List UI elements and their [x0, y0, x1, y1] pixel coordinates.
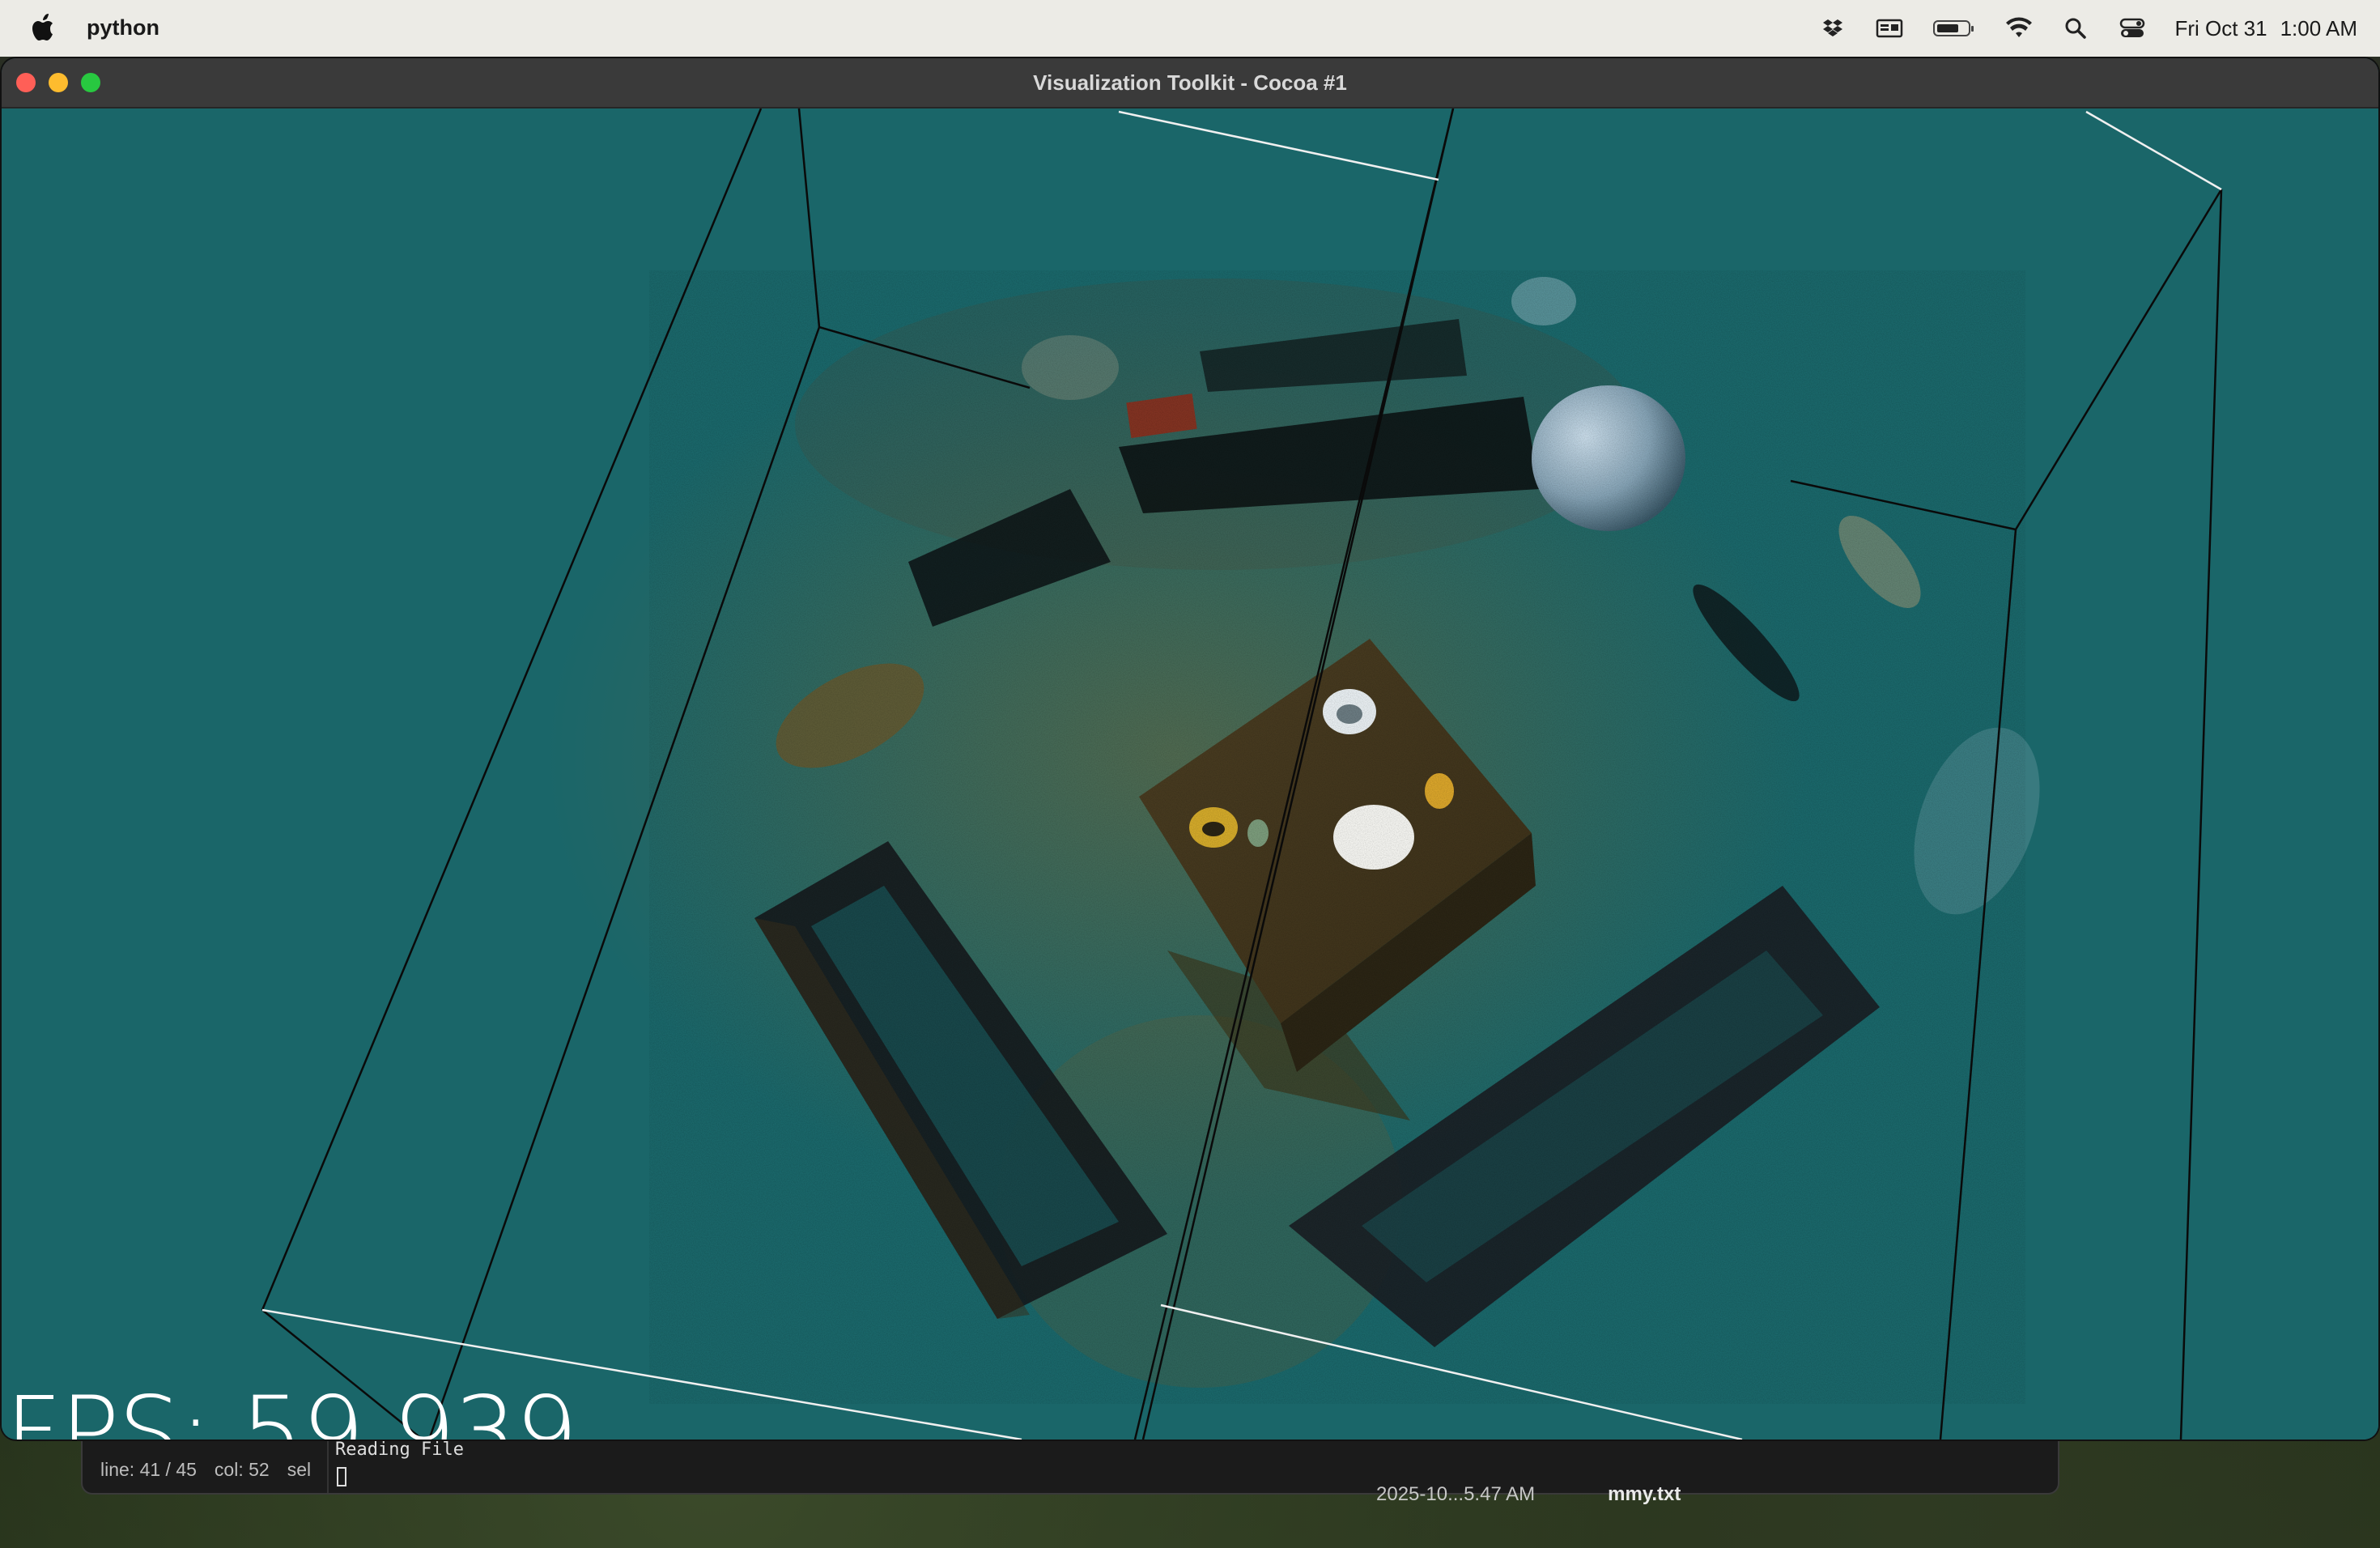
desktop-file-screenshot[interactable]: 2025-10...5.47 AM — [1376, 1483, 1535, 1506]
app-name-menu[interactable]: python — [87, 15, 159, 40]
line-indicator: line: 41 / 45 — [100, 1459, 197, 1480]
window-title: Visualization Toolkit - Cocoa #1 — [1033, 70, 1347, 95]
point-grain — [649, 270, 2025, 1404]
terminal-output: Reading File — [335, 1440, 464, 1460]
dropbox-icon[interactable] — [1818, 14, 1847, 43]
terminal-cursor — [337, 1467, 346, 1486]
editor-status: line: 41 / 45 col: 52 sel — [100, 1459, 311, 1481]
screen-icon[interactable] — [1875, 14, 1904, 43]
apple-icon[interactable] — [31, 11, 58, 44]
control-center-icon[interactable] — [2118, 14, 2147, 43]
desktop-file-mmy[interactable]: mmy.txt — [1608, 1483, 1681, 1506]
menu-bar: python Fri Oct 31 1:00 AM — [0, 0, 2380, 57]
fps-counter: FPS: 59.939 — [5, 1376, 578, 1440]
sel-indicator: sel — [287, 1459, 312, 1480]
menu-time: 1:00 AM — [2280, 15, 2357, 40]
terminal-divider — [327, 1435, 329, 1493]
col-indicator: col: 52 — [214, 1459, 270, 1480]
render-viewport[interactable]: FPS: 59.939 — [2, 108, 2378, 1440]
terminal-panel[interactable]: line: 41 / 45 col: 52 sel Reading File — [81, 1433, 2059, 1495]
menu-date: Fri Oct 31 — [2174, 15, 2267, 40]
battery-icon[interactable] — [1932, 14, 1977, 43]
vtk-window[interactable]: Visualization Toolkit - Cocoa #1 FPS: 59… — [2, 58, 2378, 1440]
point-cloud-scene — [261, 108, 2223, 1440]
wifi-icon[interactable] — [2004, 14, 2034, 43]
window-titlebar[interactable]: Visualization Toolkit - Cocoa #1 — [2, 58, 2378, 108]
menu-clock[interactable]: Fri Oct 31 1:00 AM — [2174, 16, 2357, 41]
desktop-files: 2025-10...5.47 AM mmy.txt — [1376, 1483, 1681, 1506]
search-icon[interactable] — [2061, 14, 2090, 43]
status-area: Fri Oct 31 1:00 AM — [1818, 0, 2357, 57]
